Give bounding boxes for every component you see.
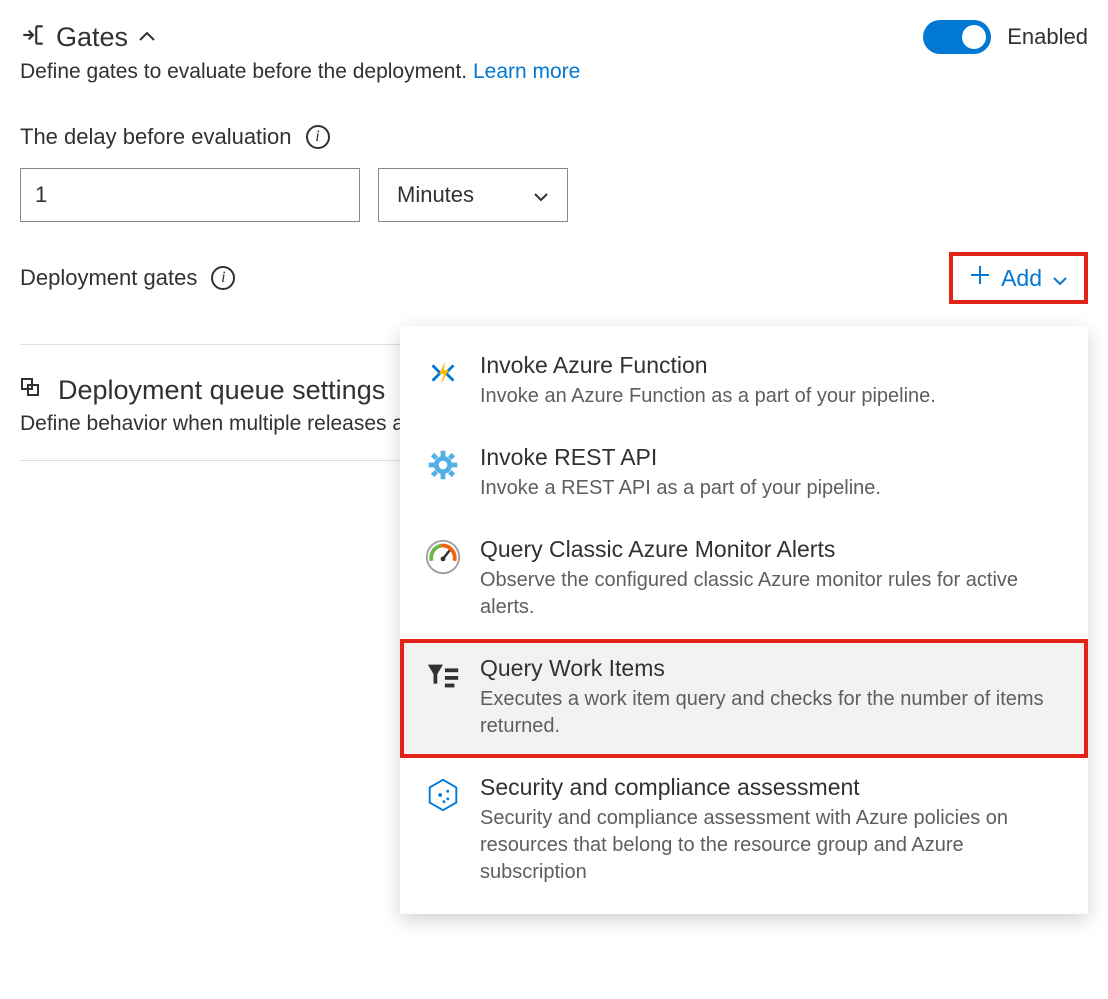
delay-label: The delay before evaluation bbox=[20, 124, 292, 150]
menu-item-title: Invoke Azure Function bbox=[480, 352, 1064, 379]
azure-function-icon bbox=[424, 354, 462, 392]
menu-item-invoke-azure-function[interactable]: Invoke Azure Function Invoke an Azure Fu… bbox=[400, 336, 1088, 428]
menu-item-text: Invoke Azure Function Invoke an Azure Fu… bbox=[480, 352, 1064, 410]
gates-title-group[interactable]: Gates bbox=[20, 22, 156, 53]
menu-item-text: Security and compliance assessment Secur… bbox=[480, 774, 1064, 886]
gates-toggle-wrap: Enabled bbox=[923, 20, 1088, 54]
delay-label-row: The delay before evaluation i bbox=[20, 124, 1088, 150]
menu-item-security-compliance[interactable]: Security and compliance assessment Secur… bbox=[400, 758, 1088, 904]
delay-unit-select[interactable]: Minutes bbox=[378, 168, 568, 222]
gear-icon bbox=[424, 446, 462, 484]
deployment-gates-row: Deployment gates i Add bbox=[20, 252, 1088, 304]
add-gate-button[interactable]: Add bbox=[949, 252, 1088, 304]
info-icon[interactable]: i bbox=[306, 125, 330, 149]
menu-item-text: Query Classic Azure Monitor Alerts Obser… bbox=[480, 536, 1064, 621]
chevron-down-icon bbox=[1052, 265, 1068, 292]
gates-enabled-label: Enabled bbox=[1007, 24, 1088, 50]
menu-item-text: Invoke REST API Invoke a REST API as a p… bbox=[480, 444, 1064, 502]
gates-icon bbox=[20, 22, 46, 53]
gates-description: Define gates to evaluate before the depl… bbox=[20, 60, 1088, 84]
menu-item-desc: Invoke an Azure Function as a part of yo… bbox=[480, 383, 1064, 410]
plus-icon bbox=[969, 264, 991, 292]
queue-settings-title: Deployment queue settings bbox=[58, 375, 385, 406]
filter-list-icon bbox=[424, 657, 462, 695]
delay-input-row: Minutes bbox=[20, 168, 1088, 222]
menu-item-text: Query Work Items Executes a work item qu… bbox=[480, 655, 1064, 740]
gates-description-text: Define gates to evaluate before the depl… bbox=[20, 60, 473, 83]
delay-unit-value: Minutes bbox=[397, 182, 474, 208]
queue-settings-icon bbox=[20, 376, 44, 405]
gauge-icon bbox=[424, 538, 462, 576]
menu-item-title: Security and compliance assessment bbox=[480, 774, 1064, 801]
menu-item-invoke-rest-api[interactable]: Invoke REST API Invoke a REST API as a p… bbox=[400, 428, 1088, 520]
menu-item-query-azure-monitor[interactable]: Query Classic Azure Monitor Alerts Obser… bbox=[400, 520, 1088, 639]
deployment-gates-container: Deployment gates i Add bbox=[20, 252, 1088, 304]
gates-title: Gates bbox=[56, 22, 128, 53]
menu-item-query-work-items[interactable]: Query Work Items Executes a work item qu… bbox=[400, 639, 1088, 758]
menu-item-desc: Observe the configured classic Azure mon… bbox=[480, 567, 1064, 621]
deployment-gates-label-group: Deployment gates i bbox=[20, 265, 235, 291]
info-icon[interactable]: i bbox=[211, 266, 235, 290]
add-gate-dropdown: Invoke Azure Function Invoke an Azure Fu… bbox=[400, 326, 1088, 914]
menu-item-desc: Security and compliance assessment with … bbox=[480, 805, 1064, 886]
chevron-down-icon bbox=[533, 182, 549, 208]
menu-item-title: Invoke REST API bbox=[480, 444, 1064, 471]
menu-item-title: Query Work Items bbox=[480, 655, 1064, 682]
chevron-up-icon bbox=[138, 31, 156, 43]
menu-item-title: Query Classic Azure Monitor Alerts bbox=[480, 536, 1064, 563]
toggle-knob bbox=[962, 25, 986, 49]
gates-section-header: Gates Enabled bbox=[20, 20, 1088, 54]
menu-item-desc: Executes a work item query and checks fo… bbox=[480, 686, 1064, 740]
gates-learn-more-link[interactable]: Learn more bbox=[473, 60, 580, 83]
policy-icon bbox=[424, 776, 462, 814]
delay-value-input[interactable] bbox=[20, 168, 360, 222]
gates-enabled-toggle[interactable] bbox=[923, 20, 991, 54]
deployment-gates-label: Deployment gates bbox=[20, 265, 197, 291]
add-label: Add bbox=[1001, 265, 1042, 292]
menu-item-desc: Invoke a REST API as a part of your pipe… bbox=[480, 475, 1064, 502]
